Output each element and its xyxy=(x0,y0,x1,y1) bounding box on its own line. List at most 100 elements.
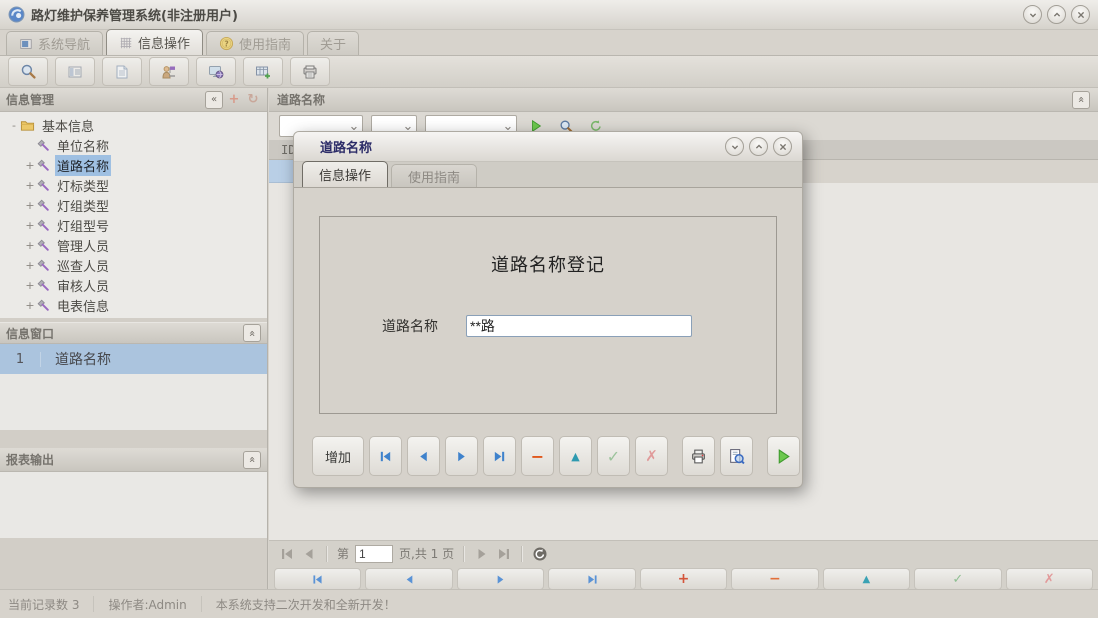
toolbar-user-report-button[interactable] xyxy=(149,57,189,86)
search-icon xyxy=(20,63,37,80)
tab-user-guide[interactable]: 使用指南 xyxy=(206,31,304,55)
tree-expander[interactable]: + xyxy=(24,179,36,192)
toolbar-monitor-button[interactable] xyxy=(196,57,236,86)
page-suffix: 页,共 1 页 xyxy=(399,545,454,562)
toolbar-form-button[interactable] xyxy=(55,57,95,86)
tree-expander[interactable]: + xyxy=(24,299,36,312)
tree-expander[interactable]: - xyxy=(8,119,20,132)
tab-label: 使用指南 xyxy=(239,34,291,53)
refresh-icon[interactable] xyxy=(532,546,548,562)
page-number-input[interactable] xyxy=(355,545,393,563)
tree-item-label: 审核人员 xyxy=(55,275,111,296)
print-export-icon xyxy=(302,64,318,80)
collapse-up-icon[interactable]: « xyxy=(243,324,261,342)
tree-item-lamp-mark-type[interactable]: + 灯标类型 xyxy=(0,175,267,195)
last-page-icon[interactable] xyxy=(496,546,512,562)
refresh-icon[interactable]: ↻ xyxy=(245,92,261,108)
tree-item-inspectors[interactable]: + 巡查人员 xyxy=(0,255,267,275)
first-record-button[interactable] xyxy=(274,568,361,590)
tree-expander[interactable]: + xyxy=(24,219,36,232)
tree-item-managers[interactable]: + 管理人员 xyxy=(0,235,267,255)
tree-item-auditors[interactable]: + 审核人员 xyxy=(0,275,267,295)
edit-record-button[interactable]: ▲ xyxy=(559,436,592,476)
tree-item-label: 灯标类型 xyxy=(55,175,111,196)
user-report-icon xyxy=(161,64,177,80)
dialog-close-button[interactable] xyxy=(773,137,792,156)
prev-record-button[interactable] xyxy=(365,568,452,590)
run-button[interactable] xyxy=(767,436,800,476)
collapse-up-icon[interactable]: « xyxy=(1072,91,1090,109)
report-output-body xyxy=(0,472,267,538)
last-record-button[interactable] xyxy=(548,568,635,590)
sidebar: 信息管理 « + ↻ - 基本信息 单位名称 + 道路名称 xyxy=(0,88,268,590)
tree-expander[interactable]: + xyxy=(24,159,36,172)
tree-expander[interactable]: + xyxy=(24,279,36,292)
tree-item-meter-info[interactable]: + 电表信息 xyxy=(0,295,267,315)
tree-item-unit-name[interactable]: 单位名称 xyxy=(0,135,267,155)
folder-icon xyxy=(20,118,35,133)
window-maximize-button[interactable] xyxy=(1047,5,1066,24)
dialog-tab-information-operation[interactable]: 信息操作 xyxy=(302,161,388,187)
table-add-icon xyxy=(255,64,271,80)
confirm-button[interactable]: ✓ xyxy=(597,436,630,476)
next-record-button[interactable] xyxy=(457,568,544,590)
add-record-button[interactable]: + xyxy=(640,568,727,590)
tree-item-basic-info[interactable]: - 基本信息 xyxy=(0,115,267,135)
tree-item-label: 灯组型号 xyxy=(55,215,111,236)
prev-page-icon[interactable] xyxy=(301,546,317,562)
next-icon xyxy=(494,573,507,586)
toolbar-search-button[interactable] xyxy=(8,57,48,86)
dialog-tab-user-guide[interactable]: 使用指南 xyxy=(391,164,477,187)
panel-title: 报表输出 xyxy=(6,451,54,468)
tab-system-navigation[interactable]: 系统导航 xyxy=(6,31,103,55)
panel-title: 信息窗口 xyxy=(6,325,54,342)
monitor-globe-icon xyxy=(208,64,224,80)
tree-expander[interactable]: + xyxy=(24,259,36,272)
add-button[interactable]: 增加 xyxy=(312,436,364,476)
collapse-up-icon[interactable]: « xyxy=(243,451,261,469)
info-window-row[interactable]: 1 道路名称 xyxy=(0,344,267,374)
toolbar-print-export-button[interactable] xyxy=(290,57,330,86)
cancel-button[interactable]: ✗ xyxy=(635,436,668,476)
print-button[interactable] xyxy=(682,436,715,476)
page-prefix: 第 xyxy=(337,545,349,562)
info-window-list: 1 道路名称 xyxy=(0,344,267,430)
toolbar-document-button[interactable] xyxy=(102,57,142,86)
edit-record-button[interactable]: ▲ xyxy=(823,568,910,590)
prev-icon xyxy=(416,449,431,464)
delete-record-button[interactable]: − xyxy=(521,436,554,476)
first-page-icon[interactable] xyxy=(279,546,295,562)
form-row: 道路名称 xyxy=(320,315,776,337)
confirm-button[interactable]: ✓ xyxy=(914,568,1001,590)
tab-information-operation[interactable]: 信息操作 xyxy=(106,29,203,55)
tree-expander[interactable]: + xyxy=(24,199,36,212)
tree-item-lamp-group-model[interactable]: + 灯组型号 xyxy=(0,215,267,235)
next-record-button[interactable] xyxy=(445,436,478,476)
prev-record-button[interactable] xyxy=(407,436,440,476)
collapse-left-icon[interactable]: « xyxy=(205,91,223,109)
road-name-form-panel: 道路名称登记 道路名称 xyxy=(319,216,777,414)
plus-icon[interactable]: + xyxy=(226,92,242,108)
next-page-icon[interactable] xyxy=(474,546,490,562)
delete-record-button[interactable]: − xyxy=(731,568,818,590)
dialog-tab-bar: 信息操作 使用指南 xyxy=(294,162,802,188)
main-tab-bar: 系统导航 信息操作 使用指南 关于 xyxy=(0,30,1098,56)
tree-item-road-name[interactable]: + 道路名称 xyxy=(0,155,267,175)
dialog-minimize-button[interactable] xyxy=(725,137,744,156)
road-name-input[interactable] xyxy=(466,315,692,337)
print-preview-button[interactable] xyxy=(720,436,753,476)
minus-icon: − xyxy=(531,447,544,466)
dialog-maximize-button[interactable] xyxy=(749,137,768,156)
window-close-button[interactable] xyxy=(1071,5,1090,24)
tree-item-label: 电表信息 xyxy=(55,295,111,316)
tree-expander[interactable]: + xyxy=(24,239,36,252)
first-record-button[interactable] xyxy=(369,436,402,476)
dialog-title-bar[interactable]: 道路名称 xyxy=(294,132,802,162)
tree-item-lamp-group-type[interactable]: + 灯组类型 xyxy=(0,195,267,215)
last-record-button[interactable] xyxy=(483,436,516,476)
cancel-button[interactable]: ✗ xyxy=(1006,568,1093,590)
toolbar-table-add-button[interactable] xyxy=(243,57,283,86)
separator xyxy=(326,546,328,562)
tab-about[interactable]: 关于 xyxy=(307,31,359,55)
window-minimize-button[interactable] xyxy=(1023,5,1042,24)
